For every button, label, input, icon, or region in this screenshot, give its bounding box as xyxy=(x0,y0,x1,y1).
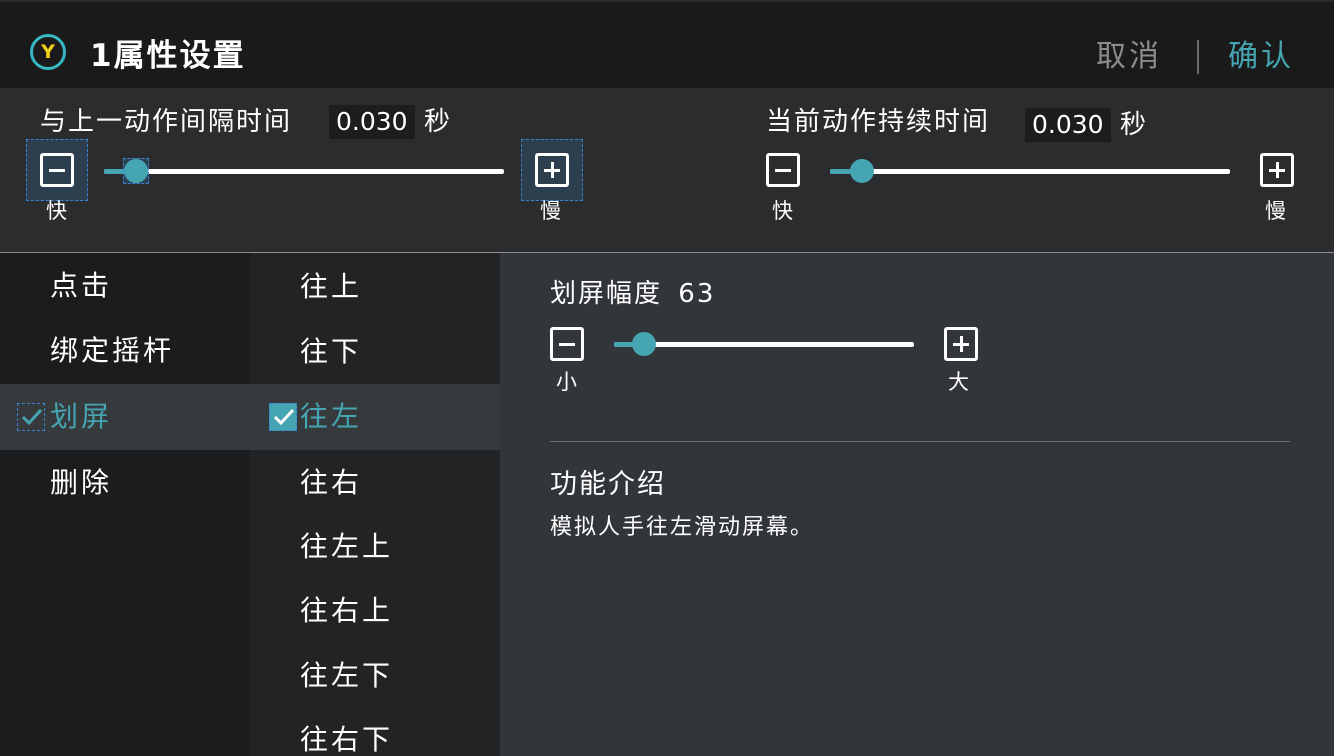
swipe-plus-button[interactable] xyxy=(944,327,978,361)
action-item-bind-joystick[interactable]: 绑定摇杆 xyxy=(0,318,250,384)
swipe-slider-track xyxy=(614,342,914,347)
direction-item-up-right[interactable]: 往右上 xyxy=(250,578,500,644)
detail-panel: 划屏幅度 63 小 大 功能介绍 模拟人手往左滑动屏幕。 xyxy=(500,253,1334,756)
swipe-max-caption: 大 xyxy=(948,370,969,394)
direction-item-label: 往左上 xyxy=(300,530,394,563)
duration-unit: 秒 xyxy=(1120,110,1147,140)
action-item-label: 绑定摇杆 xyxy=(50,334,175,367)
action-item-swipe[interactable]: 划屏 xyxy=(0,384,250,450)
y-badge-letter: Y xyxy=(41,40,55,63)
action-type-list: 点击 绑定摇杆 划屏 删除 xyxy=(0,253,250,756)
action-item-label: 删除 xyxy=(50,466,113,499)
action-item-label: 点击 xyxy=(50,269,113,302)
page-title: 1属性设置 xyxy=(90,38,246,74)
duration-label: 当前动作持续时间 xyxy=(766,107,991,137)
interval-slider[interactable] xyxy=(104,158,504,184)
direction-item-label: 往右上 xyxy=(300,594,394,627)
swipe-amplitude-title: 划屏幅度 xyxy=(550,279,663,309)
direction-item-label: 往右 xyxy=(300,466,363,499)
direction-item-down-left[interactable]: 往左下 xyxy=(250,643,500,709)
interval-slider-thumb[interactable] xyxy=(124,159,148,183)
y-button-icon: Y xyxy=(30,34,66,70)
direction-item-label: 往左 xyxy=(300,400,363,433)
duration-plus-button[interactable] xyxy=(1260,153,1294,187)
direction-item-down-right[interactable]: 往右下 xyxy=(250,707,500,756)
interval-unit: 秒 xyxy=(424,107,451,137)
interval-label: 与上一动作间隔时间 xyxy=(40,107,293,137)
interval-max-caption: 慢 xyxy=(540,199,561,223)
interval-plus-button[interactable] xyxy=(535,153,569,187)
checkmark-icon xyxy=(269,403,297,431)
action-item-delete[interactable]: 删除 xyxy=(0,450,250,516)
direction-item-up-left[interactable]: 往左上 xyxy=(250,514,500,580)
header-divider xyxy=(1197,40,1199,74)
interval-value: 0.030 xyxy=(329,105,415,139)
swipe-amplitude-value: 63 xyxy=(678,279,716,309)
section-divider xyxy=(550,441,1290,442)
interval-slider-track xyxy=(104,169,504,174)
direction-item-down[interactable]: 往下 xyxy=(250,319,500,385)
duration-minus-button[interactable] xyxy=(766,153,800,187)
swipe-slider-thumb[interactable] xyxy=(632,332,656,356)
duration-value: 0.030 xyxy=(1025,108,1111,142)
direction-item-label: 往下 xyxy=(300,335,363,368)
direction-item-label: 往左下 xyxy=(300,659,394,692)
interval-minus-button[interactable] xyxy=(40,153,74,187)
duration-slider-track xyxy=(830,169,1230,174)
direction-list: 往上 往下 往左 往右 往左上 往右上 往左下 往右下 xyxy=(250,253,500,756)
duration-slider[interactable] xyxy=(830,158,1230,184)
swipe-amplitude-label: 划屏幅度 63 xyxy=(550,277,715,311)
duration-max-caption: 慢 xyxy=(1265,199,1286,223)
direction-item-right[interactable]: 往右 xyxy=(250,450,500,516)
function-intro-description: 模拟人手往左滑动屏幕。 xyxy=(550,515,815,540)
direction-item-left[interactable]: 往左 xyxy=(250,384,500,450)
swipe-min-caption: 小 xyxy=(556,370,577,394)
direction-item-label: 往上 xyxy=(300,270,363,303)
function-intro-heading: 功能介绍 xyxy=(550,469,666,500)
cancel-button[interactable]: 取消 xyxy=(1096,37,1162,77)
app-root: Y 1属性设置 取消 确认 与上一动作间隔时间 0.030 秒 快 慢 当前动作… xyxy=(0,0,1334,756)
timing-panel: 与上一动作间隔时间 0.030 秒 快 慢 当前动作持续时间 0.030 秒 快 xyxy=(0,88,1334,253)
checkmark-icon xyxy=(17,403,45,431)
swipe-minus-button[interactable] xyxy=(550,327,584,361)
action-item-tap[interactable]: 点击 xyxy=(0,253,250,319)
interval-min-caption: 快 xyxy=(46,199,67,223)
duration-slider-thumb[interactable] xyxy=(850,159,874,183)
swipe-amplitude-slider[interactable] xyxy=(614,331,914,357)
action-item-label: 划屏 xyxy=(50,400,113,433)
direction-item-up[interactable]: 往上 xyxy=(250,254,500,320)
header-bar: Y 1属性设置 取消 确认 xyxy=(0,0,1334,88)
direction-item-label: 往右下 xyxy=(300,723,394,756)
confirm-button[interactable]: 确认 xyxy=(1228,37,1294,77)
duration-min-caption: 快 xyxy=(772,199,793,223)
